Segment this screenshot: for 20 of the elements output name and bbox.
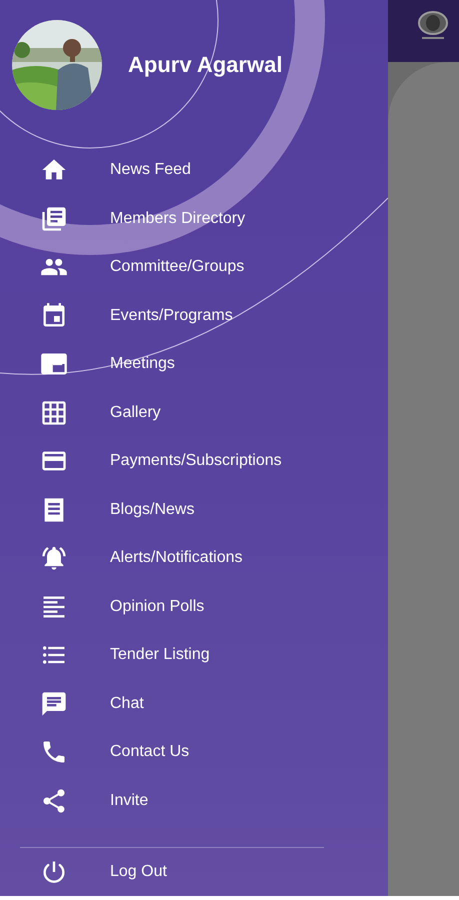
menu-item[interactable]: Alerts/Notifications [0,534,388,582]
menu-item[interactable]: Blogs/News [0,486,388,534]
menu-item[interactable]: Committee/Groups [0,243,388,292]
stacked-pages-icon [40,204,68,233]
chat-bubble-icon [40,690,68,718]
emblem-icon [415,10,451,42]
menu-item[interactable]: Gallery [0,388,388,437]
menu-item[interactable]: Chat [0,680,388,728]
grid-icon [40,398,68,427]
menu-item[interactable]: News Feed [0,146,388,194]
menu-item[interactable]: Contact Us [0,728,388,776]
menu-item[interactable]: Payments/Subscriptions [0,437,388,486]
menu-item[interactable]: Events/Programs [0,292,388,340]
menu-item[interactable]: Opinion Polls [0,582,388,631]
menu-item[interactable]: Members Directory [0,194,388,243]
menu-item[interactable]: Tender Listing [0,631,388,680]
menu-item[interactable]: Meetings [0,340,388,388]
logout-item[interactable]: Log Out [0,848,173,896]
menu-item[interactable]: Invite [0,776,388,825]
alarm-bell-icon [40,544,68,572]
